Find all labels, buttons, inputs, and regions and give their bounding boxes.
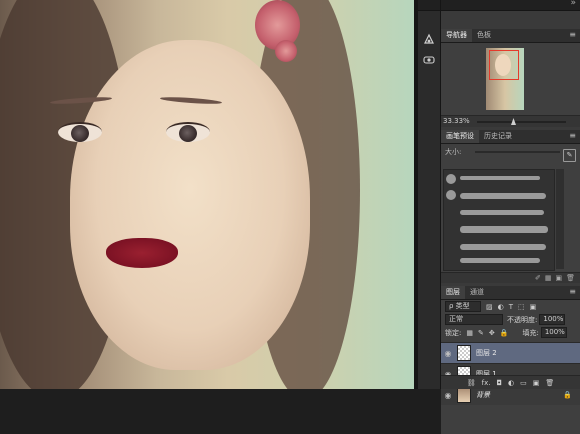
layer-filter-select[interactable]: ρ 类型 [445,301,481,312]
right-iris [179,125,197,142]
view-box[interactable] [489,50,519,80]
navigator-zoom-row: 33.33% [441,115,580,127]
brush-stroke-preview[interactable] [460,193,546,199]
layer-name: 背景 [476,391,490,399]
layers-panel-header: 图层 通道 ≡ [441,286,580,300]
brush-tip[interactable] [446,190,456,200]
lock-transparent-icon[interactable]: ▦ [466,329,473,337]
brush-size-row: 大小: [445,147,560,157]
smart-object-filter-icon[interactable]: ▣ [530,303,537,311]
add-mask-icon[interactable]: ◘ [496,379,502,387]
link-layers-icon[interactable]: ⛓ [467,379,476,387]
lock-icon: 🔒 [563,391,572,399]
layer-thumbnail [457,387,471,403]
brush-stroke-preview[interactable] [460,258,540,263]
icon-strip-header [418,0,440,11]
brush-size-slider[interactable] [475,151,560,153]
panel-menu-icon[interactable]: ≡ [569,131,576,140]
brush-stroke-preview[interactable] [460,244,546,250]
lock-label: 锁定: [445,328,462,337]
left-eye [58,122,102,142]
face [49,40,310,370]
fx-icon[interactable]: fx. [482,379,491,387]
navigator-preview[interactable] [441,43,580,115]
new-preset-icon[interactable]: ▣ [555,274,562,282]
opacity-input[interactable]: 100% [539,314,566,325]
toggle-brush-panel-icon[interactable]: ✐ [535,274,541,282]
brush-stroke-preview[interactable] [460,210,544,215]
lips [106,238,178,268]
brush-stroke-preview[interactable] [460,226,548,233]
brush-preset-icon[interactable] [421,51,437,67]
new-group-icon[interactable]: ▭ [520,379,527,387]
navigator-thumbnail [486,48,524,110]
type-filter-icon[interactable]: T [509,303,513,311]
left-iris [71,125,89,142]
layers-panel-body: ρ 类型 ▨ ◐ T ⬚ ▣ 正常 不透明度: 100% 锁定: ▦ ✎ ✥ 🔒… [441,300,580,434]
right-eye [166,122,210,142]
opacity-label: 不透明度: [507,315,538,324]
delete-layer-icon[interactable]: 🗑 [545,379,554,387]
tab-swatches[interactable]: 色板 [472,29,496,42]
visibility-eye-icon[interactable]: ◉ [441,391,455,400]
lock-move-icon[interactable]: ✥ [489,329,495,337]
panel-dock: » 导航器 色板 ≡ 33.33% 画笔预设 历史记录 ≡ 大小: ✎ ✐ ▦ … [441,0,580,434]
lock-paint-icon[interactable]: ✎ [478,329,484,337]
lock-fill-row: 锁定: ▦ ✎ ✥ 🔒 填充: 100% [441,326,580,339]
dock-collapse-bar[interactable]: » [441,0,580,11]
layer-name: 图层 2 [476,349,497,357]
brush-size-label: 大小: [445,148,462,156]
hair-flower [275,40,297,62]
tab-navigator[interactable]: 导航器 [441,29,472,42]
blend-mode-select[interactable]: 正常 [445,314,503,325]
zoom-slider-track[interactable] [477,121,566,123]
delete-icon[interactable]: 🗑 [566,274,575,282]
shape-filter-icon[interactable]: ⬚ [518,303,525,311]
tab-channels[interactable]: 通道 [465,286,489,299]
grid-icon[interactable]: ▦ [545,274,552,282]
lock-all-icon[interactable]: 🔒 [500,329,509,337]
document-canvas[interactable] [0,0,414,389]
adjustment-layer-icon[interactable]: ◐ [508,379,514,387]
fill-input[interactable]: 100% [540,327,567,338]
tab-history[interactable]: 历史记录 [479,130,517,143]
adjustment-filter-icon[interactable]: ◐ [498,303,504,311]
right-eyebrow [159,95,223,106]
brush-settings-icon[interactable]: ✎ [563,149,576,162]
brush-stroke-preview[interactable] [460,176,540,180]
brush-preset-list[interactable] [443,169,555,271]
blend-opacity-row: 正常 不透明度: 100% [441,313,580,326]
brush-presets-body: 大小: ✎ [441,144,580,272]
tab-layers[interactable]: 图层 [441,286,465,299]
visibility-eye-icon[interactable]: ◉ [441,349,455,358]
pixel-filter-icon[interactable]: ▨ [486,303,493,311]
brush-panel-header: 画笔预设 历史记录 ≡ [441,130,580,144]
collapse-arrows-icon[interactable]: » [570,0,576,8]
zoom-value[interactable]: 33.33% [443,116,470,127]
fill-label: 填充: [522,328,539,337]
layer-thumbnail [457,345,471,361]
layer-row[interactable]: ◉ 图层 2 [441,342,580,363]
new-layer-icon[interactable]: ▣ [533,379,540,387]
panel-menu-icon[interactable]: ≡ [569,30,576,39]
navigator-icon[interactable] [421,31,437,47]
brush-list-scrollbar[interactable] [556,169,564,269]
tab-brush-presets[interactable]: 画笔预设 [441,130,479,143]
layers-footer: ⛓ fx. ◘ ◐ ▭ ▣ 🗑 [441,375,580,389]
panel-icon-strip [418,0,441,389]
panel-menu-icon[interactable]: ≡ [569,287,576,296]
brush-panel-footer: ✐ ▦ ▣ 🗑 [441,272,580,283]
navigator-panel-header: 导航器 色板 ≡ [441,29,580,43]
layer-filter-row: ρ 类型 ▨ ◐ T ⬚ ▣ [441,300,580,313]
brush-tip[interactable] [446,174,456,184]
